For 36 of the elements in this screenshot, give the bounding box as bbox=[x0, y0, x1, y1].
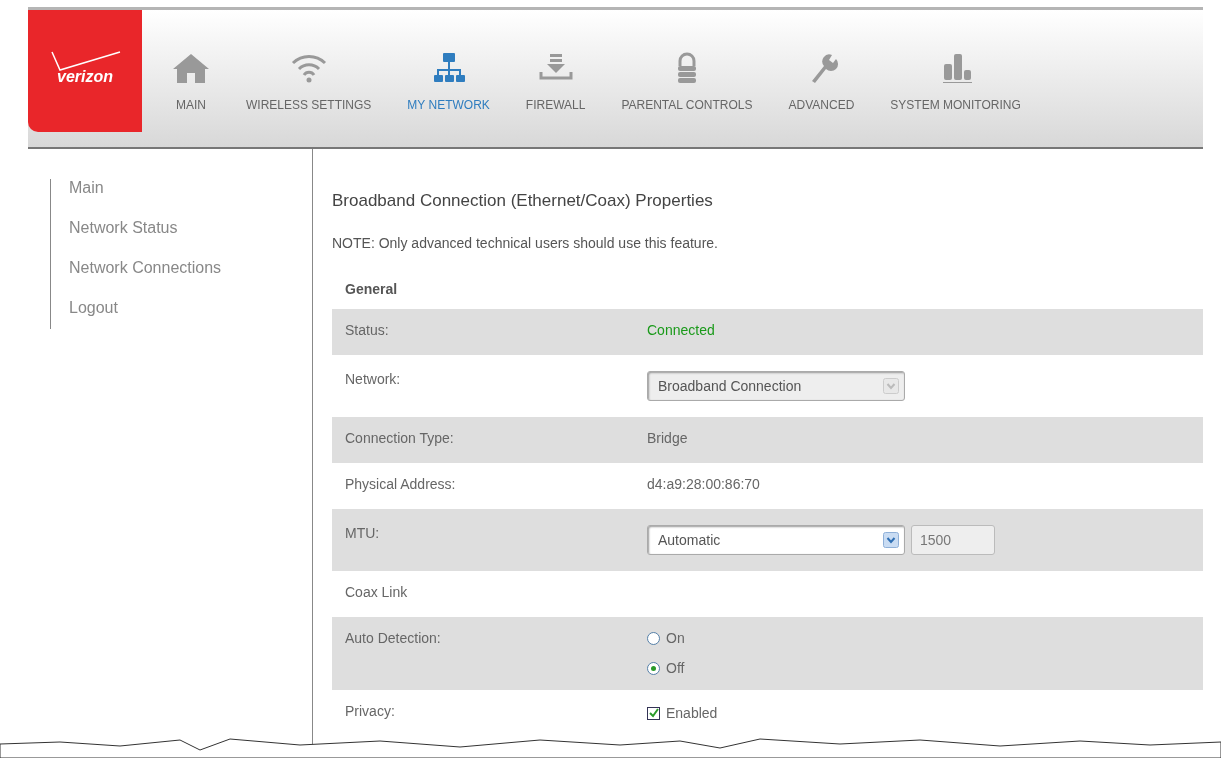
mtu-dropdown[interactable]: Automatic bbox=[647, 525, 905, 555]
field-label: Connection Type: bbox=[344, 430, 455, 448]
section-heading: General bbox=[345, 281, 399, 297]
field-label: Physical Address: bbox=[344, 476, 457, 494]
nav-tab[interactable]: SYSTEM MONITORING bbox=[872, 52, 1039, 112]
field-label: MTU: bbox=[344, 525, 381, 543]
sidebar-link[interactable]: Main bbox=[69, 179, 312, 197]
wifi-icon bbox=[289, 52, 328, 84]
sidebar-link[interactable]: Logout bbox=[69, 299, 312, 317]
checkbox-option[interactable]: Enabled bbox=[647, 703, 718, 723]
mtu-input[interactable]: 1500 bbox=[911, 525, 995, 555]
field-label: Status: bbox=[344, 322, 390, 340]
sidebar-link[interactable]: Network Status bbox=[69, 219, 312, 237]
radio-option[interactable]: Off bbox=[647, 660, 685, 676]
subsection-heading: Coax Link bbox=[344, 584, 409, 602]
radio-button[interactable] bbox=[647, 661, 660, 675]
logo: verizon bbox=[28, 10, 142, 132]
field-label: Auto Detection: bbox=[344, 630, 442, 648]
radio-option[interactable]: On bbox=[647, 630, 685, 646]
radio-button[interactable] bbox=[647, 631, 660, 645]
field-label: Privacy: bbox=[344, 703, 396, 721]
field-value: Bridge bbox=[647, 430, 688, 448]
sidebar-link[interactable]: Network Connections bbox=[69, 259, 312, 277]
field-value: d4:a9:28:00:86:70 bbox=[647, 476, 760, 494]
nav-tab[interactable]: MY NETWORK bbox=[389, 52, 508, 112]
note-text: NOTE: Only advanced technical users should use this feature. bbox=[332, 235, 719, 251]
page-title: Broadband Connection (Ethernet/Coax) Properties bbox=[332, 191, 714, 211]
house-icon bbox=[172, 52, 210, 84]
nav-tab[interactable]: WIRELESS SETTINGS bbox=[228, 52, 390, 112]
nav-tab[interactable]: ADVANCED bbox=[770, 52, 873, 112]
checkbox[interactable] bbox=[647, 706, 660, 720]
nav-tab[interactable]: FIREWALL bbox=[507, 52, 604, 112]
nav-tab[interactable]: MAIN bbox=[154, 52, 228, 112]
field-label: Network: bbox=[344, 371, 402, 389]
nav-tab[interactable]: PARENTAL CONTROLS bbox=[603, 52, 771, 112]
status-value: Connected bbox=[647, 322, 715, 340]
